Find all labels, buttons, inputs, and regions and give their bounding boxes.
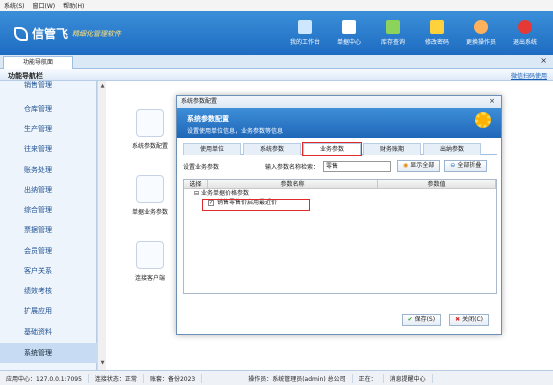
exit-icon [518, 20, 532, 34]
sidebar-item-system[interactable]: 系统管理 [0, 343, 97, 363]
brand-name: 信管飞 [32, 27, 69, 41]
sidebar-item-extensions[interactable]: 扩展应用 [0, 301, 97, 321]
tab-navigation[interactable]: 功能导航面 [3, 56, 73, 69]
close-button[interactable]: ✖ 关闭(C) [449, 314, 489, 326]
group-row[interactable]: ⊟ 业务单据价格参数 [184, 189, 496, 198]
show-all-button[interactable]: ◉ 显示全部 [397, 160, 441, 172]
tab-business-params[interactable]: 业务参数 [302, 142, 362, 156]
menu-help[interactable]: 帮助(H) [63, 1, 84, 10]
card-label: 系统参数配置 [131, 143, 168, 150]
brand-slogan: 精细化管理软件 [72, 29, 122, 38]
col-value: 参数值 [378, 180, 496, 188]
main-toolbar: 我的工作台 单据中心 库存查询 修改密码 更换操作员 退出系统 [283, 11, 547, 55]
card-label: 单据业务参数 [131, 209, 168, 216]
status-message-center[interactable]: 消息提醒中心 [384, 373, 433, 383]
toolbar-password-button[interactable]: 修改密码 [415, 11, 459, 55]
sidebar-item-basic-data[interactable]: 基础资料 [0, 322, 97, 342]
card-document-params[interactable]: 单据业务参数 [120, 175, 180, 216]
dialog-header-subtitle: 设置使用单位信息，业务参数等信息 [187, 128, 284, 135]
toolbar-exit-button[interactable]: 退出系统 [503, 11, 547, 55]
scroll-up-icon[interactable]: ▲ [99, 83, 106, 91]
tab-system-params[interactable]: 系统参数 [243, 143, 301, 155]
dialog-title: 系统参数配置 [177, 96, 501, 108]
tab-cashier-params[interactable]: 出纳参数 [423, 143, 481, 155]
expand-icon[interactable]: ⊟ [194, 190, 201, 197]
sidebar-item-invoices[interactable]: 票据管理 [0, 220, 97, 240]
status-connection: 连接状态：正常 [89, 373, 144, 383]
status-app-center: 应用中心：127.0.0.1:7095 [0, 373, 89, 383]
search-row: 设置业务参数 输入参数名称检索： 零售 ◉ 显示全部 ⊖ 全部折叠 [183, 159, 497, 173]
status-operator: 操作员：系统管理员(admin) 总公司 [242, 373, 353, 383]
dialog-header-title: 系统参数配置 [187, 115, 229, 123]
database-icon [136, 109, 164, 137]
document-list-icon [342, 20, 356, 34]
col-select: 选择 [184, 180, 208, 188]
highlight-box [202, 199, 310, 211]
params-grid: 选择 参数名称 参数值 ⊟ 业务单据价格参数 ✓ 销售零售价启用最近价 [183, 179, 497, 294]
scroll-down-icon[interactable]: ▼ [99, 360, 106, 368]
card-label: 连接客户端 [134, 275, 165, 282]
close-icon: ✖ [455, 316, 461, 323]
sidebar: 销售管理 仓库管理 生产管理 往来管理 账务处理 出纳管理 综合管理 票据管理 … [0, 81, 97, 370]
status-progress: 正在： [353, 373, 384, 383]
wechat-scan-link[interactable]: 微信扫码使用 [511, 71, 547, 80]
toolbar-workbench-button[interactable]: 我的工作台 [283, 11, 327, 55]
sidebar-item-general[interactable]: 综合管理 [0, 200, 97, 220]
sidebar-item-warehouse[interactable]: 仓库管理 [0, 99, 97, 119]
toolbar-inventory-button[interactable]: 库存查询 [371, 11, 415, 55]
sidebar-scrollbar[interactable]: ▲ ▼ [97, 81, 106, 370]
section-label: 设置业务参数 [183, 163, 220, 171]
menu-window[interactable]: 窗口(W) [33, 1, 56, 10]
dialog-header: 系统参数配置 设置使用单位信息，业务参数等信息 [177, 108, 501, 138]
tab-fiscal-period[interactable]: 财务账期 [363, 143, 421, 155]
search-input[interactable]: 零售 [323, 160, 392, 172]
col-name: 参数名称 [208, 180, 378, 188]
inventory-icon [386, 20, 400, 34]
dialog-close-icon[interactable]: × [489, 97, 495, 105]
card-client-connect[interactable]: 连接客户端 [120, 241, 180, 282]
save-button[interactable]: ✔ 保存(S) [401, 314, 442, 326]
collapse-all-button[interactable]: ⊖ 全部折叠 [444, 160, 488, 172]
search-label: 输入参数名称检索： [265, 163, 320, 171]
document-settings-icon [136, 175, 164, 203]
sidebar-item-members[interactable]: 会员管理 [0, 241, 97, 261]
sidebar-item-bookkeeping[interactable]: 账务处理 [0, 160, 97, 180]
network-icon [136, 241, 164, 269]
sidebar-item-cashier[interactable]: 出纳管理 [0, 180, 97, 200]
status-bar: 应用中心：127.0.0.1:7095 连接状态：正常 账套：备份2023 操作… [0, 370, 553, 385]
logo-mark-icon [14, 26, 28, 41]
toolbar-documents-button[interactable]: 单据中心 [327, 11, 371, 55]
status-account-set: 账套：备份2023 [144, 373, 203, 383]
menu-bar: 系统(S) 窗口(W) 帮助(H) [0, 0, 553, 11]
menu-system[interactable]: 系统(S) [4, 1, 25, 10]
app-banner: 信管飞 精细化管理软件 我的工作台 单据中心 库存查询 修改密码 更换操作员 退… [0, 11, 553, 55]
dialog-tabs: 使用单位 系统参数 业务参数 财务账期 出纳参数 [183, 142, 497, 156]
tab-organization[interactable]: 使用单位 [183, 143, 241, 155]
sidebar-item-production[interactable]: 生产管理 [0, 119, 97, 139]
toolbar-switch-user-button[interactable]: 更换操作员 [459, 11, 503, 55]
app-logo: 信管飞 精细化管理软件 [14, 25, 121, 42]
dialog-footer: ✔ 保存(S) ✖ 关闭(C) [401, 314, 489, 326]
collapse-icon: ⊖ [450, 162, 456, 169]
gear-icon [475, 112, 491, 128]
sidebar-item-sales[interactable]: 销售管理 [0, 75, 97, 95]
lock-icon [430, 20, 444, 34]
sidebar-item-crm[interactable]: 客户关系 [0, 261, 97, 281]
monitor-icon [298, 20, 312, 34]
close-icon[interactable]: × [540, 56, 547, 65]
sidebar-item-performance[interactable]: 绩效考核 [0, 281, 97, 301]
refresh-icon: ◉ [403, 162, 409, 169]
system-params-dialog: 系统参数配置 × 系统参数配置 设置使用单位信息，业务参数等信息 使用单位 系统… [176, 95, 502, 335]
save-icon: ✔ [407, 316, 413, 323]
workspace-tabstrip: 功能导航面 × [0, 55, 553, 69]
grid-header: 选择 参数名称 参数值 [184, 180, 496, 189]
sidebar-item-accounts[interactable]: 往来管理 [0, 139, 97, 159]
user-icon [474, 20, 488, 34]
card-system-params[interactable]: 系统参数配置 [120, 109, 180, 150]
